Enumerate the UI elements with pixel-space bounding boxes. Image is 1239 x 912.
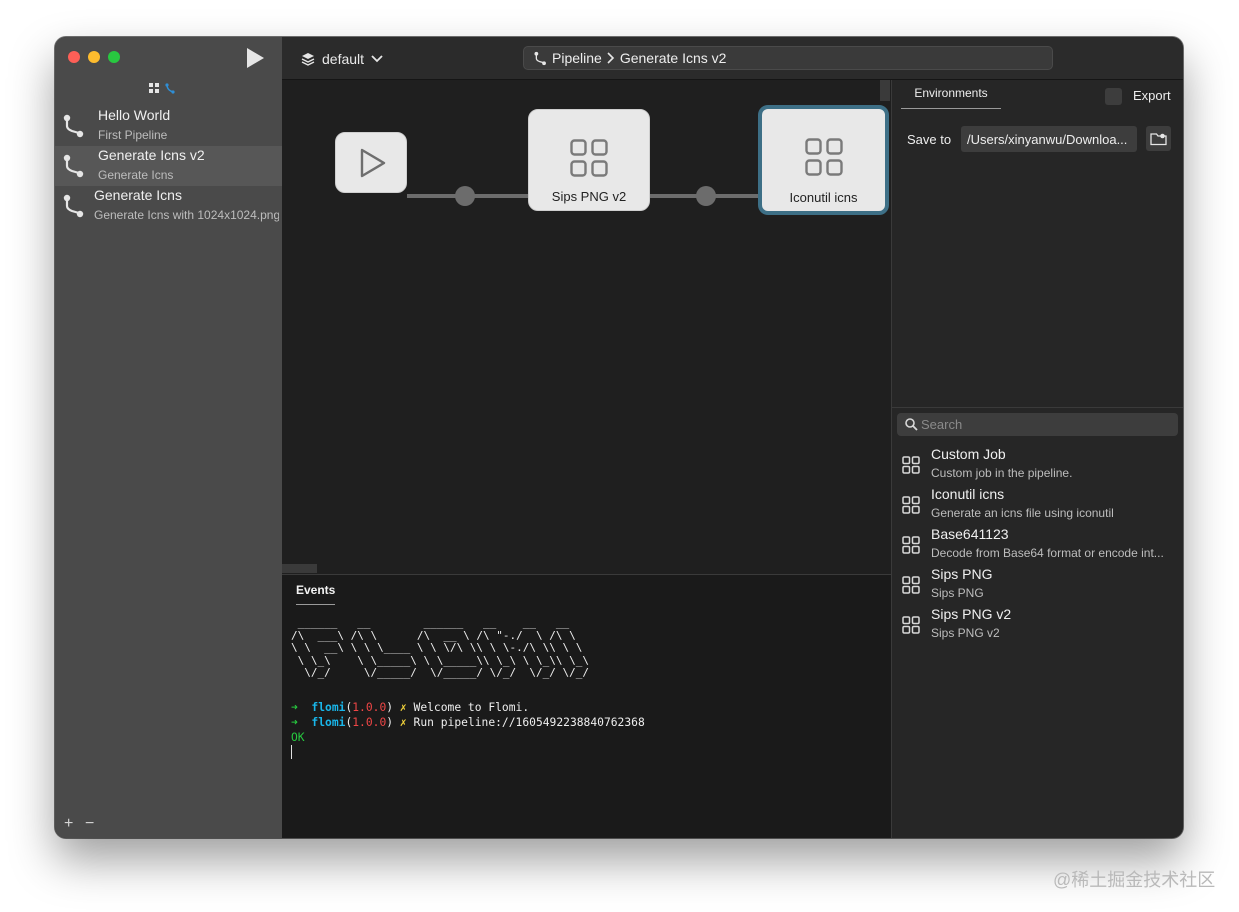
panel-divider [892,407,1183,408]
play-outline-icon [360,148,386,178]
pipeline-name: Hello World [98,107,171,123]
terminal-line: ➜ flomi(1.0.0) ✗ Run pipeline://16054922… [291,716,645,729]
toolbar: default Pipeline Generate Icns v2 [282,37,1183,80]
breadcrumb: Pipeline Generate Icns v2 [523,46,1053,70]
pipeline-name: Generate Icns [94,187,182,203]
log-version: 1.0.0 [352,716,387,729]
grid-view-icon[interactable] [149,83,159,93]
grid-icon [902,576,920,594]
add-pipeline-button[interactable]: + [64,815,73,833]
job-node-selected[interactable]: Iconutil icns [758,105,889,215]
terminal-cursor[interactable] [291,745,292,759]
terminal-status: OK [291,731,305,744]
choose-folder-button[interactable] [1146,126,1171,151]
workspace-name: default [322,51,365,67]
job-description: Sips PNG v2 [931,626,1000,640]
folder-icon [1150,132,1167,145]
canvas-vertical-scrollbar[interactable] [880,80,890,101]
pipeline-item[interactable]: Hello World First Pipeline [55,106,282,146]
ascii-banner: ______ __ ______ __ __ __ /\ ___\ /\ \ /… [291,616,590,679]
pipeline-view-icon[interactable] [165,83,175,94]
remove-pipeline-button[interactable]: − [85,815,94,833]
job-name: Iconutil icns [931,486,1005,502]
close-window-button[interactable] [68,51,80,63]
grid-icon [570,139,608,177]
tab-events[interactable]: Events [296,583,336,605]
log-version: 1.0.0 [352,701,387,714]
pipeline-branch-icon [63,154,84,178]
search-box [897,413,1178,436]
sidebar: Hello World First Pipeline Generate Icns… [55,37,282,838]
run-pipeline-button[interactable] [245,47,265,69]
job-name: Sips PNG v2 [931,606,1012,622]
job-list-item[interactable]: Base641123 Decode from Base64 format or … [892,523,1183,563]
app-window: Hello World First Pipeline Generate Icns… [55,37,1183,838]
job-list-item[interactable]: Iconutil icns Generate an icns file usin… [892,483,1183,523]
job-list-item[interactable]: Custom Job Custom job in the pipeline. [892,443,1183,483]
pipeline-description: First Pipeline [98,128,168,142]
save-to-label: Save to [907,132,952,147]
job-description: Custom job in the pipeline. [931,466,1073,480]
search-input[interactable] [921,413,1171,436]
right-panel: Environments Export Save to Custom Job C… [891,80,1183,838]
job-node[interactable]: Sips PNG v2 [528,109,650,211]
prompt-arrow: ➜ [291,716,298,729]
grid-icon [902,616,920,634]
node-label: Iconutil icns [789,190,858,205]
minimize-window-button[interactable] [88,51,100,63]
search-icon [905,418,918,431]
job-list-item[interactable]: Sips PNG Sips PNG [892,563,1183,603]
connection-handle[interactable] [696,186,716,206]
log-message: Welcome to Flomi. [413,701,530,714]
pipeline-name: Generate Icns v2 [98,147,205,163]
save-to-field[interactable] [961,126,1137,152]
zoom-window-button[interactable] [108,51,120,63]
canvas-horizontal-scrollbar[interactable] [282,564,317,573]
pipeline-canvas[interactable]: Sips PNG v2 Iconutil icns [282,80,891,574]
export-label: Export [1133,88,1171,103]
play-icon [247,48,264,68]
pipeline-item[interactable]: Generate Icns Generate Icns with 1024x10… [55,186,282,226]
layers-icon [301,53,315,66]
grid-icon [804,138,843,176]
pipeline-branch-icon [534,51,546,65]
chevron-right-icon [607,52,614,64]
job-description: Generate an icns file using iconutil [931,506,1114,520]
terminal-line: ➜ flomi(1.0.0) ✗ Welcome to Flomi. [291,701,530,714]
start-node[interactable] [335,132,407,193]
connection-handle[interactable] [455,186,475,206]
pipeline-branch-icon [63,194,84,218]
job-name: Base641123 [931,526,1009,542]
events-panel: Events ______ __ ______ __ __ __ /\ ___\… [282,574,891,838]
pipeline-item[interactable]: Generate Icns v2 Generate Icns [55,146,282,186]
log-mark: ✗ [399,701,407,714]
job-name: Sips PNG [931,566,993,582]
chevron-down-icon [371,55,383,63]
prompt-arrow: ➜ [291,701,298,714]
tab-environments[interactable]: Environments [901,86,1001,109]
grid-icon [902,456,920,474]
pipeline-description: Generate Icns [98,168,174,182]
grid-icon [902,496,920,514]
job-description: Decode from Base64 format or encode int.… [931,546,1164,560]
pipeline-description: Generate Icns with 1024x1024.png [94,208,279,222]
watermark: @稀土掘金技术社区 [1053,870,1216,890]
view-toggle [149,83,175,94]
workspace-select[interactable]: default [301,49,383,69]
node-label: Sips PNG v2 [551,189,627,204]
log-mark: ✗ [399,716,407,729]
breadcrumb-root[interactable]: Pipeline [552,50,602,66]
log-source: flomi [311,716,346,729]
log-source: flomi [311,701,346,714]
job-name: Custom Job [931,446,1006,462]
job-list-item[interactable]: Sips PNG v2 Sips PNG v2 [892,603,1183,643]
export-checkbox[interactable] [1105,88,1122,105]
log-message: Run pipeline://1605492238840762368 [413,716,645,729]
job-description: Sips PNG [931,586,984,600]
breadcrumb-current: Generate Icns v2 [619,50,727,66]
grid-icon [902,536,920,554]
pipeline-branch-icon [63,114,84,138]
